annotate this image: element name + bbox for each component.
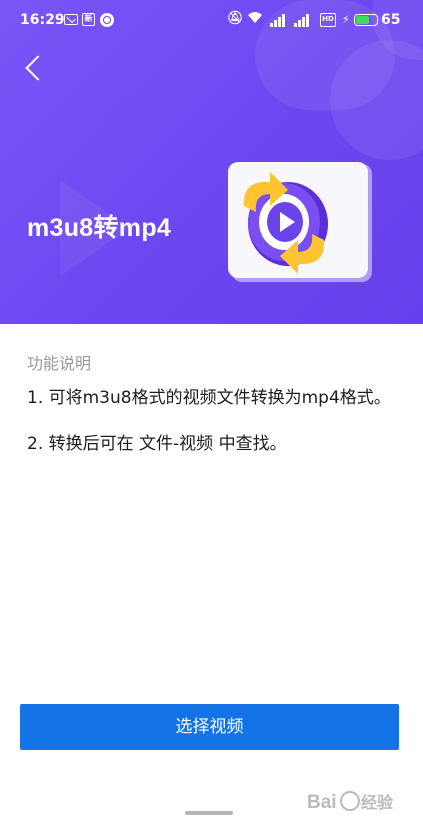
baidu-watermark: Bai 经验 <box>305 782 405 822</box>
news-icon: 新 <box>82 13 95 26</box>
signal-icon <box>294 13 310 27</box>
status-bar: 16:29 新 🔕︎ HD ⚡︎ 65 <box>0 0 423 40</box>
hd-icon: HD <box>320 13 336 27</box>
svg-text:经验: 经验 <box>361 793 394 812</box>
charging-icon: ⚡︎ <box>342 13 350 26</box>
back-button[interactable] <box>18 52 50 86</box>
page-title: m3u8转mp4 <box>27 214 172 242</box>
app-notification-icon <box>100 13 114 27</box>
status-time: 16:29 <box>20 12 65 28</box>
feature-description: 功能说明 1. 可将m3u8格式的视频文件转换为mp4格式。 2. 转换后可在 … <box>27 350 407 478</box>
home-indicator[interactable] <box>185 811 233 815</box>
mail-icon <box>64 14 78 25</box>
convert-video-illustration <box>226 160 376 285</box>
battery-fill <box>356 16 369 24</box>
battery-icon <box>354 14 378 26</box>
svg-text:Bai: Bai <box>307 792 337 813</box>
description-heading: 功能说明 <box>27 354 92 373</box>
description-item: 1. 可将m3u8格式的视频文件转换为mp4格式。 <box>27 388 391 408</box>
battery-percent: 65 <box>381 12 401 28</box>
select-video-button[interactable]: 选择视频 <box>20 704 399 750</box>
wifi-icon <box>247 11 263 24</box>
signal-icon <box>270 13 286 27</box>
video-convert-icon <box>228 162 372 282</box>
description-item: 2. 转换后可在 文件-视频 中查找。 <box>27 434 287 454</box>
mute-icon: 🔕︎ <box>227 11 244 26</box>
